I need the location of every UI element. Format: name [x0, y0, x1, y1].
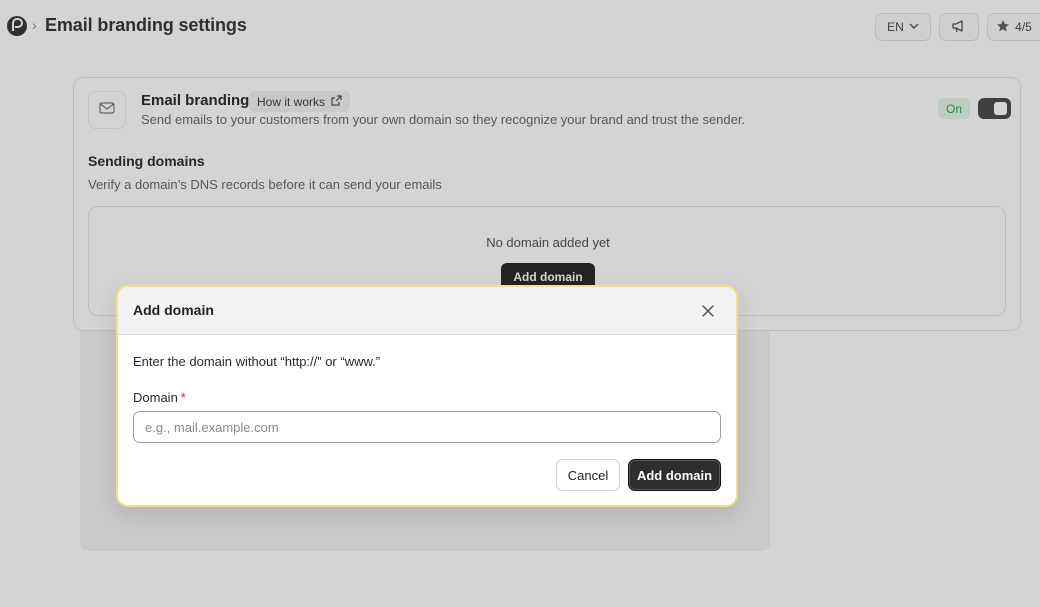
add-domain-dialog: Add domain Enter the domain without “htt… — [116, 285, 738, 507]
cancel-button[interactable]: Cancel — [556, 459, 620, 491]
dialog-title: Add domain — [133, 302, 214, 318]
add-domain-submit-button[interactable]: Add domain — [628, 459, 721, 491]
dialog-hint: Enter the domain without “http://” or “w… — [133, 354, 381, 369]
required-marker: * — [180, 390, 186, 405]
close-icon[interactable] — [698, 301, 718, 321]
domain-field-label: Domain * — [133, 390, 186, 405]
domain-input[interactable] — [133, 411, 721, 443]
dialog-header: Add domain — [118, 287, 736, 335]
domain-label-text: Domain — [133, 390, 178, 405]
